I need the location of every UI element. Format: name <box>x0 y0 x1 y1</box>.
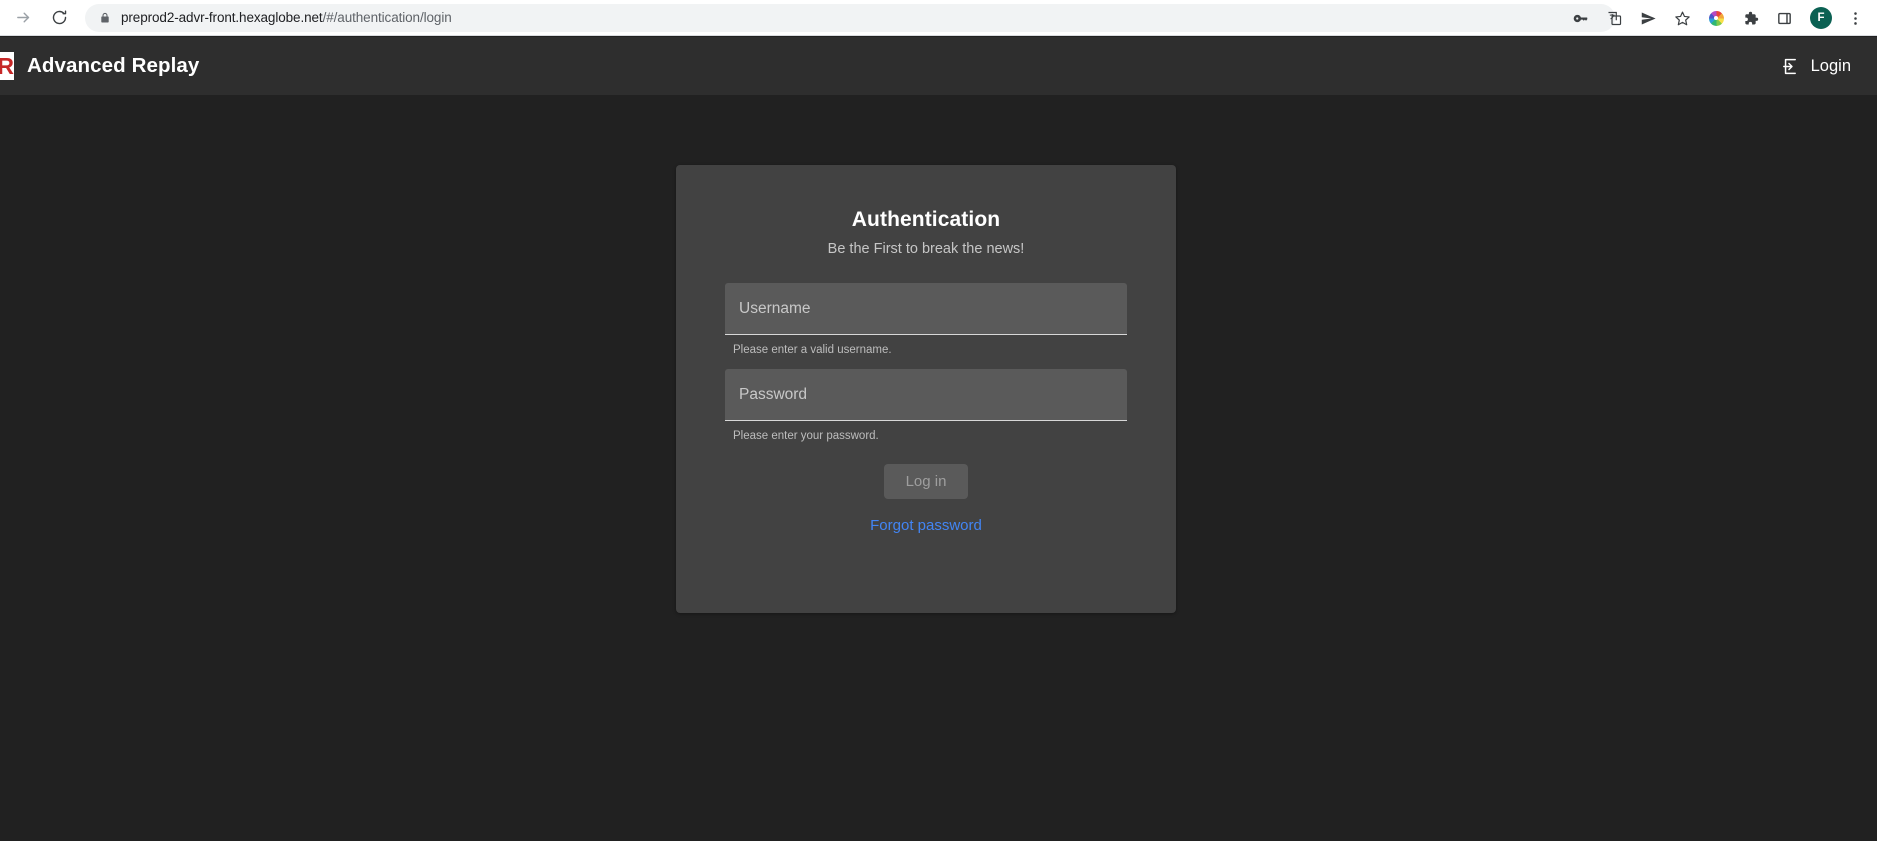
auth-card-subtitle: Be the First to break the news! <box>827 241 1025 257</box>
extensions-puzzle-icon <box>1744 11 1758 24</box>
header-login-button[interactable]: Login <box>1779 56 1851 77</box>
translate-icon <box>1607 11 1621 25</box>
password-hint: Please enter your password. <box>733 430 879 442</box>
color-wheel-extension-icon <box>1708 10 1724 26</box>
password-key-button[interactable] <box>1566 4 1594 32</box>
translate-button[interactable] <box>1600 4 1628 32</box>
username-input[interactable] <box>739 299 1113 318</box>
password-field[interactable] <box>725 369 1127 421</box>
submit-row: Log in <box>676 464 1176 499</box>
avatar-initial: F <box>1817 12 1825 24</box>
forgot-password-row: Forgot password <box>676 517 1176 535</box>
send-share-icon <box>1641 11 1656 25</box>
side-panel-button[interactable] <box>1770 4 1798 32</box>
page-title: Advanced Replay <box>27 54 200 77</box>
color-wheel-extension-button[interactable] <box>1702 4 1730 32</box>
header-login-label: Login <box>1810 56 1851 75</box>
password-input[interactable] <box>739 385 1113 404</box>
browser-action-icons: F <box>1563 0 1877 36</box>
forgot-password-link[interactable]: Forgot password <box>870 517 982 534</box>
reload-icon <box>52 10 66 25</box>
extensions-button[interactable] <box>1736 4 1764 32</box>
auth-card-title: Authentication <box>851 208 1001 231</box>
lock-icon <box>99 11 111 25</box>
app-header: R Advanced Replay Login <box>0 37 1877 95</box>
app-logo-letter: R <box>0 52 14 79</box>
password-key-icon <box>1573 14 1587 22</box>
app-logo: R <box>0 52 14 80</box>
url-text: preprod2-advr-front.hexaglobe.net/#/auth… <box>121 10 452 25</box>
authentication-card: Authentication Be the First to break the… <box>676 165 1176 613</box>
reload-button[interactable] <box>45 4 73 32</box>
profile-avatar[interactable]: F <box>1810 7 1832 29</box>
username-hint: Please enter a valid username. <box>733 344 892 356</box>
three-dot-menu-icon <box>1853 11 1857 25</box>
login-submit-button[interactable]: Log in <box>883 464 969 499</box>
username-field-group: Please enter a valid username. <box>676 283 1176 356</box>
login-arrow-icon <box>1782 58 1796 74</box>
username-field[interactable] <box>725 283 1127 335</box>
side-panel-icon <box>1777 12 1791 24</box>
url-host: preprod2-advr-front.hexaglobe.net <box>121 10 323 25</box>
address-bar[interactable]: preprod2-advr-front.hexaglobe.net/#/auth… <box>85 3 1615 32</box>
arrow-forward-icon <box>16 12 29 23</box>
bookmark-star-button[interactable] <box>1668 4 1696 32</box>
page-body: Authentication Be the First to break the… <box>0 95 1877 841</box>
send-share-button[interactable] <box>1634 4 1662 32</box>
forward-button[interactable] <box>9 4 37 32</box>
password-field-group: Please enter your password. <box>676 369 1176 442</box>
browser-toolbar: preprod2-advr-front.hexaglobe.net/#/auth… <box>0 0 1877 36</box>
browser-menu-button[interactable] <box>1841 4 1869 32</box>
bookmark-star-icon <box>1674 11 1690 25</box>
url-path: /#/authentication/login <box>322 10 452 25</box>
